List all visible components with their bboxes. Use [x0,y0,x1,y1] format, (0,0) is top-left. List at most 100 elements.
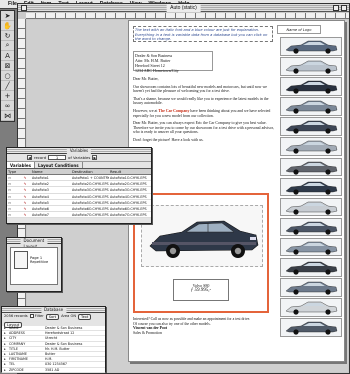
record-input[interactable]: 1 [48,155,67,160]
paragraph: Don't forget the picture! Have a look wi… [133,137,204,142]
tool-palette: ➤ ✋ ↻ ⌕ A ⊠ ○ ╱ + ∞ ⋈ [0,10,15,122]
car-thumbnail-icon [285,60,338,74]
record-count: 2056 records [4,314,28,318]
greeting: Dear Mr. Butter, [133,77,159,81]
paragraph: Dear Mr. Butter, you can always expect E… [133,121,274,135]
car-thumbnail[interactable] [280,117,342,136]
car-thumbnail[interactable] [280,157,342,177]
car-thumbnail-icon [285,141,338,155]
arrow-tool-icon[interactable]: ➤ [1,11,14,21]
of-label: of Variables [68,155,91,160]
paragraph: However, we at The Car Company have been… [133,108,271,118]
content-tool-icon[interactable]: ✋ [1,21,14,31]
orthogonal-line-tool-icon[interactable]: + [1,91,14,101]
car-thumbnail-icon [285,80,338,94]
car-photo-frame[interactable]: Volvo S80 ƒ 59.995,- [133,193,269,313]
car-thumbnail[interactable] [280,217,342,237]
car-thumbnail[interactable] [280,237,342,257]
picture-box-tool-icon[interactable]: ⊠ [1,61,14,71]
database-palette: Database 2056 records Filter Sort Area O… [1,306,106,373]
car-thumbnail[interactable] [280,177,342,197]
car-thumbnail-icon [285,221,338,235]
car-thumbnail[interactable] [280,278,342,297]
car-thumbnail[interactable] [280,37,342,56]
oval-tool-icon[interactable]: ○ [1,71,14,81]
palette-titlebar[interactable]: Database [2,307,105,313]
company-name-highlight: The Car Company [158,108,190,113]
car-thumbnail-icon [285,121,338,134]
prev-record-icon[interactable]: ◀ [27,155,32,160]
car-thumbnail[interactable] [280,258,342,277]
pencil-icon: ✎ [23,176,27,180]
line-tool-icon[interactable]: ╱ [1,81,14,91]
record-navigator: ◀ record 1 of Variables ▶ [7,154,151,162]
car-thumbnail-column [280,37,342,361]
car-thumbnail-icon [285,261,338,275]
car-thumbnail[interactable] [280,137,342,156]
zoom-tool-icon[interactable]: ⌕ [1,41,14,51]
sort-button[interactable]: Sort [45,314,60,320]
car-photo[interactable] [141,205,263,267]
page-label: Page 1 Repetitive [30,256,49,264]
letter-closing[interactable]: Interested? Call us now as possible and … [133,317,279,335]
car-thumbnail[interactable] [280,57,342,76]
letter-page[interactable]: The text with an italic font and a blue … [128,20,345,362]
car-thumbnail-icon [285,101,338,114]
close-box-icon[interactable] [21,5,27,11]
page-list: Page 1 Repetitive [10,247,58,285]
rotate-tool-icon[interactable]: ↻ [1,31,14,41]
car-thumbnail[interactable] [280,77,342,96]
collapse-box-icon[interactable] [341,5,347,11]
letter-body[interactable]: Dear Mr. Butter, Our showroom contains l… [133,77,279,146]
pencil-icon: ✎ [23,206,27,211]
list-item[interactable]: ▸ ZIPCODE 3581 AD [2,367,105,373]
pencil-icon: ✎ [23,182,27,187]
car-thumbnail-icon [285,201,338,215]
palette-title: Variables [66,148,92,154]
palette-titlebar[interactable]: Document Layout [7,238,61,250]
signature-title: Sales & Promotion [133,330,162,335]
menu-file[interactable]: File [8,1,17,7]
car-thumbnail-icon [285,181,338,195]
paragraph: Our showroom contains lots of beautiful … [133,84,267,94]
unlink-tool-icon[interactable]: ⋈ [1,111,14,121]
next-record-icon[interactable]: ▶ [92,155,98,160]
address-block[interactable]: Dealer & Son Business Attn: Mr. H.M. But… [133,51,213,73]
car-thumbnail-icon [285,161,338,175]
car-thumbnail[interactable] [280,197,342,217]
col-result[interactable]: Result [109,169,149,174]
pencil-icon: ✎ [23,200,27,205]
car-thumbnail-icon [285,281,338,295]
link-tool-icon[interactable]: ∞ [1,101,14,111]
notice-text[interactable]: The text with an italic font and a blue … [133,26,273,42]
area-label: Area ON [61,314,77,318]
car-thumbnail[interactable] [280,318,342,337]
paragraph: That's a shame, because we would really … [133,96,269,106]
window-titlebar[interactable]: Auto (static) [18,4,349,12]
car-thumbnail-icon [285,302,338,315]
col-destination[interactable]: Destination [71,169,109,174]
price-box[interactable]: Volvo S80 ƒ 59.995,- [173,279,229,301]
palette-titlebar[interactable]: Variables [7,148,151,154]
pencil-icon: ✎ [23,194,27,199]
logo-box[interactable]: Name of Logo [277,25,321,34]
filter-checkbox[interactable]: Filter [29,314,44,320]
window-title: Auto (static) [166,4,201,12]
record-label: record [34,155,47,160]
tab-layout-conditions[interactable]: Layout Conditions [35,162,83,168]
col-type[interactable]: Type [7,169,19,174]
page-icon[interactable] [14,251,28,269]
car-thumbnail[interactable] [280,97,342,116]
palette-title: Database [40,307,67,313]
horizontal-ruler [26,13,349,19]
text-box-tool-icon[interactable]: A [1,51,14,61]
tab-variables[interactable]: Variables [7,162,35,168]
table-row[interactable]: ▭ ✎ AutoFoto7 AutoFoto7O.CHYK.EPS AutoFoto7O… [7,212,151,219]
car-thumbnail[interactable] [280,298,342,317]
col-name[interactable]: Name [31,169,71,174]
document-layout-palette: Document Layout Page 1 Repetitive [6,237,62,292]
text-button[interactable]: Text [78,314,92,320]
address-line: 1234 ABC Hometown/City [135,68,179,73]
price-amount: ƒ 59.995,- [190,288,212,293]
zoom-box-icon[interactable] [333,5,339,11]
